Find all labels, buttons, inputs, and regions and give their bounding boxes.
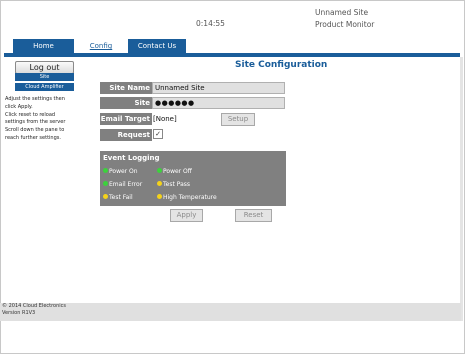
event-label: Test Pass xyxy=(163,181,190,188)
tab-bar-divider xyxy=(4,53,460,57)
event-item-test-pass[interactable]: Test Pass xyxy=(157,181,190,189)
help-line: reach further settings. xyxy=(5,134,61,141)
help-line: click Apply. xyxy=(5,103,33,110)
site-name-field[interactable]: Unnamed Site xyxy=(152,82,285,94)
site-password-field[interactable]: ●●●●●● xyxy=(152,97,285,109)
event-item-test-fail[interactable]: Test Fail xyxy=(103,194,133,202)
footer-version: Version R1V3 xyxy=(2,310,36,316)
event-logging-panel: Event Logging Power On Power Off Email E… xyxy=(100,151,286,206)
header-site-name: Unnamed Site xyxy=(315,8,369,17)
status-dot-icon xyxy=(157,181,162,186)
site-name-label: Site Name xyxy=(100,82,152,94)
footer: © 2014 Cloud Electronics Version R1V3 xyxy=(0,303,461,321)
reset-button[interactable]: Reset xyxy=(235,209,272,222)
status-dot-icon xyxy=(157,168,162,173)
event-label: High Temperature xyxy=(163,194,217,201)
tab-home[interactable]: Home xyxy=(13,39,74,54)
content-scrollbar[interactable] xyxy=(460,57,463,321)
page-title: Site Configuration xyxy=(235,60,328,70)
event-label: Test Fail xyxy=(109,194,133,201)
setup-button[interactable]: Setup xyxy=(221,113,255,126)
help-line: settings from the server xyxy=(5,119,66,126)
status-dot-icon xyxy=(157,194,162,199)
tab-config[interactable]: Config xyxy=(77,39,125,54)
sidebar-item-cloud-amplifier[interactable]: Cloud Amplifier xyxy=(15,83,74,91)
site-password-label: Site Password xyxy=(100,97,152,119)
header-site-info: Unnamed Site Product Monitor xyxy=(315,7,374,31)
status-dot-icon xyxy=(103,181,108,186)
event-label: Power Off xyxy=(163,168,192,175)
footer-copyright: © 2014 Cloud Electronics xyxy=(2,303,67,309)
email-target-value: [None] xyxy=(153,115,177,123)
request-login-label: Request Login xyxy=(100,129,152,151)
event-item-high-temperature[interactable]: High Temperature xyxy=(157,194,217,202)
event-item-power-on[interactable]: Power On xyxy=(103,168,138,176)
event-item-power-off[interactable]: Power Off xyxy=(157,168,192,176)
event-logging-title: Event Logging xyxy=(103,154,160,162)
help-line: Click reset to reload xyxy=(5,111,56,118)
header-product-name: Product Monitor xyxy=(315,20,375,29)
apply-button[interactable]: Apply xyxy=(170,209,203,222)
sidebar-help-text: Adjust the settings then click Apply. Cl… xyxy=(5,96,85,143)
tab-contact-us[interactable]: Contact Us xyxy=(128,39,186,54)
email-target-label: Email Target xyxy=(100,113,152,125)
help-line: Scroll down the pane to xyxy=(5,127,65,134)
sidebar-item-site[interactable]: Site xyxy=(15,73,74,81)
event-label: Power On xyxy=(109,168,138,175)
request-login-checkbox[interactable]: ✓ xyxy=(153,129,163,139)
event-label: Email Error xyxy=(109,181,143,188)
event-item-email-error[interactable]: Email Error xyxy=(103,181,142,189)
help-line: Adjust the settings then xyxy=(5,96,65,102)
status-dot-icon xyxy=(103,194,108,199)
clock-display: 0:14:55 xyxy=(196,19,225,28)
status-dot-icon xyxy=(103,168,108,173)
